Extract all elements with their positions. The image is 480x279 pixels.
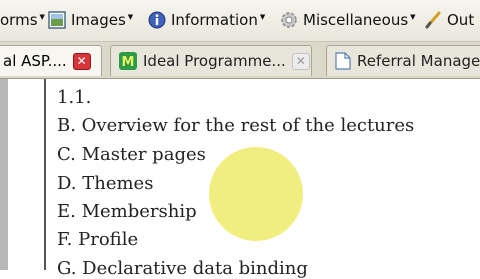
miscellaneous-menu-label: Miscellaneous (303, 11, 409, 29)
brush-icon (425, 11, 441, 29)
outline-item: B. Overview for the rest of the lectures (57, 115, 415, 136)
information-menu-label: Information (171, 11, 258, 29)
outline-item: F. Profile (57, 229, 139, 250)
outline-menu-label: Out (447, 11, 475, 29)
outline-item: G. Declarative data binding (57, 258, 308, 279)
tab-referral-manager[interactable]: Referral Manage (326, 45, 480, 76)
tab-referral-manager-label: Referral Manage (357, 52, 480, 70)
info-icon (148, 11, 166, 29)
dropdown-arrow-icon: ▼ (127, 13, 134, 21)
image-icon (48, 11, 66, 29)
forms-menu[interactable]: orms ▼ (0, 9, 45, 31)
information-menu[interactable]: Information ▼ (148, 9, 265, 31)
forms-menu-label: orms (0, 11, 38, 29)
close-icon[interactable]: ✕ (72, 52, 91, 70)
tab-asp[interactable]: al ASP.... ✕ (0, 45, 102, 76)
document-icon (335, 52, 351, 70)
tab-ideal-programme-label: Ideal Programme... (143, 52, 286, 70)
outline-item: C. Master pages (57, 144, 206, 165)
images-menu-label: Images (71, 11, 126, 29)
web-developer-toolbar: orms ▼ Images ▼ Information ▼ Miscellane… (0, 0, 480, 42)
images-menu[interactable]: Images ▼ (48, 9, 133, 31)
dropdown-arrow-icon: ▼ (39, 13, 45, 21)
outline-item: D. Themes (57, 173, 154, 194)
dropdown-arrow-icon: ▼ (259, 13, 266, 21)
close-icon[interactable]: ✕ (291, 52, 310, 70)
page-margin (0, 79, 8, 270)
margin-rule (44, 79, 46, 270)
svg-text:M: M (122, 55, 135, 70)
outline-menu[interactable]: Out (424, 9, 474, 31)
outline-item: 1.1. (57, 87, 92, 108)
dropdown-arrow-icon: ▼ (410, 13, 416, 21)
cursor-highlight (209, 147, 303, 241)
tab-bar: al ASP.... ✕ M Ideal Programme... ✕ Refe… (0, 42, 480, 79)
tab-ideal-programme[interactable]: M Ideal Programme... ✕ (110, 45, 312, 76)
m-icon: M (119, 52, 137, 70)
outline-item: E. Membership (57, 201, 197, 222)
gear-icon (281, 12, 297, 28)
tab-asp-label: al ASP.... (3, 52, 67, 70)
miscellaneous-menu[interactable]: Miscellaneous ▼ (280, 9, 416, 31)
